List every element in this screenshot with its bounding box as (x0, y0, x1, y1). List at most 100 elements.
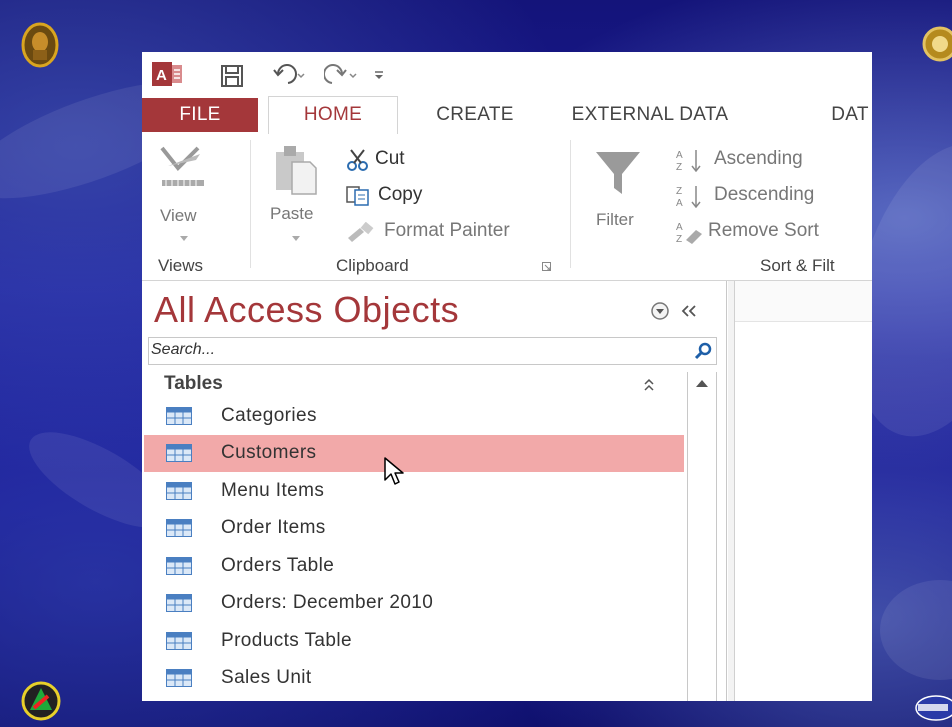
paste-icon (276, 146, 317, 195)
tab-home[interactable]: HOME (268, 96, 398, 135)
view-button[interactable]: View (154, 140, 214, 241)
view-button-label: View (160, 206, 197, 225)
top-right-emblem-icon (922, 26, 952, 62)
ribbon-tabs: FILE HOME CREATE EXTERNAL DATA DAT (142, 92, 872, 135)
table-item-label: Menu Items (221, 479, 325, 501)
document-tab-strip (735, 281, 872, 322)
table-item-label: Orders: December 2010 (221, 592, 434, 614)
table-item-label: Sales Unit (221, 667, 312, 689)
tab-database-tools[interactable]: DAT (820, 98, 872, 132)
svg-text:A: A (156, 67, 167, 84)
table-icon (166, 594, 192, 613)
remove-sort-icon: A Z (676, 222, 702, 244)
ribbon-home: View Views Paste Cut Copy Format Painter… (142, 134, 872, 281)
table-item[interactable]: Orders Table (144, 547, 684, 585)
table-item-label: Orders Table (221, 554, 335, 576)
redo-icon[interactable] (324, 62, 358, 88)
descending-button[interactable]: Z A Descending (676, 182, 846, 210)
quick-access-toolbar: A (142, 52, 872, 92)
table-item-label: Categories (221, 404, 317, 426)
sort-filter-group-label: Sort & Filt (760, 256, 835, 275)
table-item-label: Order Items (221, 517, 326, 539)
table-item[interactable]: Products Table (144, 622, 684, 660)
group-separator (250, 140, 251, 268)
table-icon (166, 519, 192, 538)
svg-text:A: A (676, 222, 683, 233)
copy-icon (346, 186, 369, 206)
paintbrush-icon (348, 222, 374, 242)
bottom-left-logo-icon (21, 681, 61, 721)
sort-descending-icon: Z A (676, 186, 701, 208)
nav-scrollbar[interactable] (687, 372, 717, 701)
ascending-label: Ascending (714, 148, 803, 169)
table-icon (166, 444, 192, 463)
remove-sort-label: Remove Sort (708, 220, 819, 241)
table-item[interactable]: Menu Items (144, 472, 684, 510)
table-item-label: Customers (221, 442, 317, 464)
filter-button[interactable]: Filter (592, 140, 662, 240)
views-group-label: Views (158, 256, 204, 275)
table-item[interactable]: Orders: December 2010 (144, 585, 684, 623)
access-logo-icon: A (152, 62, 182, 86)
search-input[interactable]: Search... (148, 337, 717, 365)
chevron-down-icon (292, 236, 300, 241)
access-window: A FILE HOME CREATE EXTERNAL DATA DAT Vie… (142, 52, 872, 701)
navigation-pane: All Access Objects Search... Tables Cate… (142, 281, 727, 701)
cut-button-label: Cut (375, 148, 405, 169)
scroll-up-arrow-icon[interactable] (695, 378, 709, 388)
table-item[interactable]: Order Items (144, 510, 684, 548)
bottom-right-logo-icon (915, 695, 952, 721)
collapse-pane-icon[interactable] (680, 303, 698, 319)
svg-text:Z: Z (676, 162, 682, 172)
ascending-button[interactable]: A Z Ascending (676, 146, 836, 174)
descending-label: Descending (714, 184, 815, 205)
table-icon (166, 481, 192, 500)
nav-pane-menu-icon[interactable] (650, 301, 670, 321)
svg-text:A: A (676, 150, 683, 161)
remove-sort-button[interactable]: A Z Remove Sort (676, 218, 866, 246)
cut-button[interactable]: Cut (346, 146, 446, 174)
search-placeholder: Search... (151, 341, 216, 358)
funnel-icon (596, 152, 640, 194)
table-item[interactable]: Customers (144, 434, 684, 472)
format-painter-button[interactable]: Format Painter (346, 218, 556, 246)
tables-list: Categories Customers Menu Items Order Items… (144, 397, 684, 697)
customize-qat-icon[interactable] (372, 68, 386, 82)
table-icon (166, 631, 192, 650)
mouse-pointer-icon (384, 457, 404, 485)
collapse-section-icon[interactable] (642, 378, 656, 392)
design-view-icon (160, 146, 204, 186)
svg-text:A: A (676, 198, 683, 208)
table-item[interactable]: Categories (144, 397, 684, 435)
pane-splitter[interactable] (728, 281, 735, 701)
group-separator (570, 140, 571, 268)
format-painter-label: Format Painter (384, 220, 510, 241)
table-icon (166, 556, 192, 575)
tab-file[interactable]: FILE (142, 98, 258, 132)
scissors-icon (347, 149, 368, 171)
tab-external-data[interactable]: EXTERNAL DATA (570, 98, 730, 132)
save-icon[interactable] (220, 64, 244, 88)
svg-text:Z: Z (676, 186, 682, 197)
dialog-launcher-icon[interactable] (542, 262, 552, 272)
table-item[interactable]: Sales Unit (144, 660, 684, 698)
table-icon (166, 669, 192, 688)
table-item-label: Products Table (221, 629, 352, 651)
top-left-emblem-icon (21, 22, 59, 68)
filter-button-label: Filter (596, 210, 634, 229)
sort-ascending-icon: A Z (676, 150, 701, 172)
copy-button[interactable]: Copy (346, 182, 456, 210)
svg-text:Z: Z (676, 234, 682, 244)
paste-button[interactable]: Paste (264, 140, 328, 241)
copy-button-label: Copy (378, 184, 423, 205)
paste-button-label: Paste (270, 204, 314, 223)
undo-icon[interactable] (272, 62, 306, 88)
tables-section-header[interactable]: Tables (164, 373, 223, 395)
tab-create[interactable]: CREATE (412, 98, 538, 132)
clipboard-group-label: Clipboard (336, 256, 409, 275)
nav-pane-title[interactable]: All Access Objects (154, 289, 459, 331)
chevron-down-icon (180, 236, 188, 241)
table-icon (166, 406, 192, 425)
search-icon[interactable] (694, 342, 712, 360)
document-area (728, 281, 872, 701)
